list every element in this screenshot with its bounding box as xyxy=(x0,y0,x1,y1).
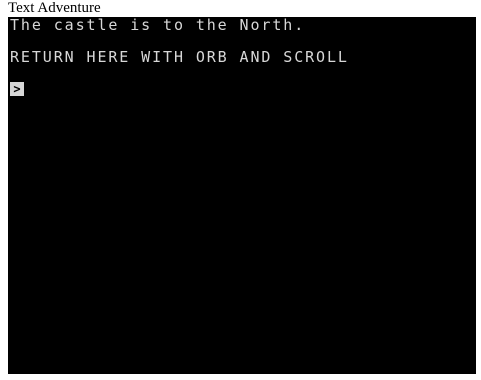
command-input[interactable]: > xyxy=(10,81,24,97)
cursor: > xyxy=(10,82,24,96)
game-screen[interactable]: The castle is to the North. RETURN HERE … xyxy=(8,17,476,374)
output-line: The castle is to the North. xyxy=(10,17,306,34)
prompt-glyph: > xyxy=(13,82,21,96)
app-title: Text Adventure xyxy=(8,0,101,16)
output-line: RETURN HERE WITH ORB AND SCROLL xyxy=(10,48,349,66)
